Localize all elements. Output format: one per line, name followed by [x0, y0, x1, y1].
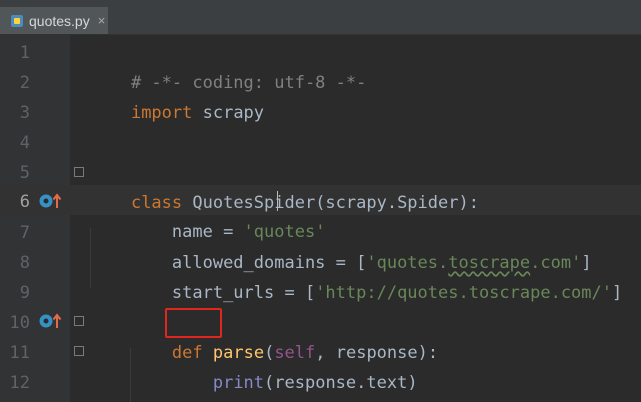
tab-label: quotes.py: [29, 12, 90, 29]
keyword-token: import: [130, 103, 193, 123]
line-number: 1: [19, 43, 30, 63]
line-number: 11: [9, 343, 30, 363]
line-number: 2: [19, 73, 30, 93]
code-line-8[interactable]: start_urls = ['http://quotes.toscrape.co…: [90, 248, 622, 303]
fold-marker-icon[interactable]: [74, 167, 84, 177]
code-line-11[interactable]: print(response.text): [90, 338, 418, 393]
line-number: 3: [19, 103, 30, 123]
method-override-icon[interactable]: [38, 192, 62, 210]
python-file-icon: [11, 14, 23, 27]
annotation-highlight-box: [165, 308, 222, 338]
line-number: 8: [19, 253, 30, 273]
code-editor-window: quotes.py × 1 2 3 4 5 6 7 8 9 10 11 12 #…: [0, 0, 641, 402]
code-line-7[interactable]: allowed_domains = ['quotes.toscrape.com'…: [90, 218, 592, 273]
fold-marker-icon[interactable]: [74, 316, 84, 326]
editor-tab-bar: quotes.py ×: [0, 0, 641, 35]
tab-bar-top-strip: [0, 0, 641, 7]
bracket-token: ]: [612, 283, 623, 303]
call-args-token: (response.text): [264, 373, 418, 393]
method-override-icon[interactable]: [38, 312, 62, 330]
code-line-6[interactable]: name = 'quotes': [90, 187, 326, 242]
line-number: 9: [19, 283, 30, 303]
indent-token: [131, 373, 213, 393]
text-caret: [277, 191, 278, 211]
builtin-function-token: print: [212, 373, 265, 393]
line-number: 4: [19, 133, 30, 153]
line-number: 7: [19, 223, 30, 243]
assignment-token: start_urls = [: [130, 283, 316, 303]
close-tab-icon[interactable]: ×: [98, 14, 106, 27]
code-line-2[interactable]: import scrapy: [90, 68, 264, 123]
code-line-10[interactable]: def parse(self, response):: [90, 308, 438, 363]
code-line-1[interactable]: # -*- coding: utf-8 -*-: [90, 38, 366, 93]
code-line-5[interactable]: class QuotesSpider(scrapy.Spider):: [90, 158, 479, 213]
string-token: 'http://quotes.toscrape.com/': [315, 283, 612, 303]
module-token: scrapy: [192, 103, 265, 123]
fold-marker-icon[interactable]: [74, 346, 84, 356]
line-number: 12: [9, 373, 30, 393]
tab-quotes-py[interactable]: quotes.py ×: [0, 7, 108, 34]
line-number: 10: [9, 313, 30, 333]
line-number: 5: [19, 163, 30, 183]
line-number-active: 6: [19, 192, 30, 212]
